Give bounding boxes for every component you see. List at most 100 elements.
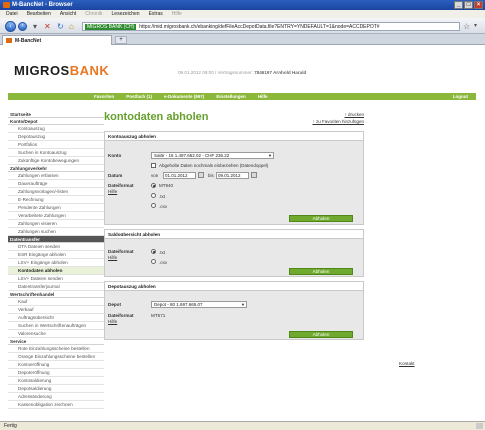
add-favorite-link[interactable]: ↑ zu Favoriten hinzufügen	[294, 118, 364, 125]
menu-hilfe[interactable]: Hilfe	[172, 11, 182, 17]
help-link[interactable]: Hilfe	[108, 189, 117, 194]
sidebar-item-kauf[interactable]: Kauf	[8, 298, 104, 306]
nav-einstellungen[interactable]: Einstellungen	[216, 94, 246, 99]
stop-icon[interactable]: ✕	[44, 22, 51, 31]
tab-label: M-BancNet	[15, 38, 42, 44]
abholen-button[interactable]: Abholen	[289, 215, 353, 222]
main-nav-bar: Favoriten Postfach (1) e-Dokumente (997)…	[8, 93, 476, 100]
sidebar-item-dauerauftr-ge[interactable]: Daueraufträge	[8, 180, 104, 188]
back-arrow-icon[interactable]: ‹	[5, 21, 16, 32]
kontakt-link[interactable]: Kontakt	[399, 361, 415, 366]
tab-mbancnet[interactable]: M-BancNet	[2, 35, 112, 45]
logout-link[interactable]: Logout	[453, 94, 468, 99]
sidebar-item-kontosaldierung[interactable]: Kontosaldierung	[8, 377, 104, 385]
sidebar-item-verkauf[interactable]: Verkauf	[8, 306, 104, 314]
sidebar-item-kontodaten-abholen[interactable]: Kontodaten abholen	[8, 267, 104, 275]
sidebar-item-e-rechnung[interactable]: E-Rechnung	[8, 196, 104, 204]
help-link[interactable]: Hilfe	[108, 255, 117, 260]
menu-bearbeiten[interactable]: Bearbeiten	[27, 11, 51, 17]
sidebar-item-depotsaldierung[interactable]: Depotsaldierung	[8, 385, 104, 393]
sidebar-item-datentransferjournal[interactable]: Datentransferjournal	[8, 283, 104, 291]
format-csv-radio[interactable]	[151, 259, 156, 264]
print-link[interactable]: ↑ drucken	[294, 111, 364, 118]
format-csv-radio[interactable]	[151, 203, 156, 208]
sidebar-section-konto-depot[interactable]: Konto/Depot	[8, 118, 104, 125]
maximize-icon[interactable]: □	[464, 1, 473, 9]
nav-favoriten[interactable]: Favoriten	[94, 94, 114, 99]
menu-datei[interactable]: Datei	[6, 11, 18, 17]
format-csv-label: .csv	[159, 204, 168, 209]
sidebar-item-zahlungen-erfassen[interactable]: Zahlungen erfassen	[8, 172, 104, 180]
date-to-input[interactable]: 09.01.2012	[216, 172, 249, 179]
dateiformat-label: Dateiformat Hilfe	[108, 313, 134, 324]
konto-select[interactable]: Salär - 16 1.497.662.02 - CHF 236.22 ▼	[151, 152, 274, 159]
sidebar-item-depotauszug[interactable]: Depotauszug	[8, 133, 104, 141]
sidebar-item-depoter-ffnung[interactable]: Depoteröffnung	[8, 369, 104, 377]
menu-ansicht[interactable]: Ansicht	[60, 11, 76, 17]
sidebar-item-pendente-zahlungen[interactable]: Pendente Zahlungen	[8, 204, 104, 212]
sidebar-item-suchen-in-kontoauszug[interactable]: Suchen in Kontoauszug	[8, 149, 104, 157]
abholen-button[interactable]: Abholen	[289, 268, 353, 275]
session-info: 09.01.2012 09:00 / Vertragsnummer: 78461…	[178, 70, 306, 75]
favicon-icon	[6, 38, 12, 43]
sidebar-section-startseite[interactable]: Startseite	[8, 111, 104, 118]
date-from-input[interactable]: 01.01.2012	[163, 172, 196, 179]
format-csv-label: .csv	[159, 260, 168, 265]
datendoppel-label: Abgeholte Daten nochmals einbeziehen (Da…	[159, 163, 269, 168]
help-link[interactable]: Hilfe	[108, 319, 117, 324]
sidebar-item-kontoauszug[interactable]: Kontoauszug	[8, 125, 104, 133]
calendar-icon[interactable]	[198, 172, 204, 178]
sidebar-item-esr-eing-nge-abholen[interactable]: ESR Eingänge abholen	[8, 251, 104, 259]
sidebar-item-auftrags-bersicht[interactable]: Auftragsübersicht	[8, 314, 104, 322]
sidebar-item-suchen-in-wertschriftenauftr-gen[interactable]: Suchen in Wertschriftenaufträgen	[8, 322, 104, 330]
sidebar-item-dta-dateien-senden[interactable]: DTA Dateien senden	[8, 243, 104, 251]
menu-extras[interactable]: Extras	[149, 11, 163, 17]
forward-arrow-icon[interactable]: ›	[18, 22, 27, 31]
datendoppel-checkbox[interactable]	[151, 163, 156, 168]
depotauszug-header: Depotauszug abholen	[105, 282, 363, 291]
resize-grip-icon[interactable]	[476, 423, 483, 429]
sidebar-section-datentransfer[interactable]: Datentransfer	[8, 236, 104, 243]
sidebar-item-lsv-eing-nge-abholen[interactable]: LSV+ Eingänge abholen	[8, 259, 104, 267]
menu-chronik[interactable]: Chronik	[85, 11, 102, 17]
close-icon[interactable]: ×	[474, 1, 483, 9]
format-txt-label: .txt	[159, 194, 166, 199]
sidebar-item-zuk-nftige-kontobewegungen[interactable]: Zukünftige Kontobewegungen	[8, 157, 104, 165]
sidebar-section-zahlungsverkehr[interactable]: Zahlungsverkehr	[8, 165, 104, 172]
depot-select[interactable]: Depot - 80 1.697.665.07 ▼	[151, 301, 247, 308]
sidebar-item-zahlungsvorlagen-listen[interactable]: Zahlungsvorlagen/-listen	[8, 188, 104, 196]
sidebar-item-verarbeitete-zahlungen[interactable]: Verarbeitete Zahlungen	[8, 212, 104, 220]
migros-bank-logo[interactable]: MIGROSBANK	[14, 63, 109, 78]
history-dropdown-icon[interactable]: ▾	[33, 22, 37, 31]
secure-site-badge[interactable]: MIGROS BANK (CH)	[85, 24, 137, 30]
sidebar-item-rote-einzahlungsscheine-bestellen[interactable]: Rote Einzahlungsscheine bestellen	[8, 345, 104, 353]
sidebar-item-kassenobligation-zeichnen[interactable]: Kassenobligation zeichnen	[8, 401, 104, 409]
sidebar-item-orange-einzahlungsscheine-bestellen[interactable]: Orange Einzahlungsscheine bestellen	[8, 353, 104, 361]
format-txt-radio[interactable]	[151, 193, 156, 198]
home-icon[interactable]: ⌂	[69, 22, 74, 31]
minimize-icon[interactable]: _	[454, 1, 463, 9]
new-tab-button[interactable]: +	[115, 36, 127, 44]
sidebar-section-service[interactable]: Service	[8, 338, 104, 345]
dateiformat-label: Dateiformat Hilfe	[108, 183, 134, 194]
abholen-button[interactable]: Abholen	[289, 331, 353, 338]
calendar-icon[interactable]	[251, 172, 257, 178]
sidebar-item-valorensuche[interactable]: Valorensuche	[8, 330, 104, 338]
sidebar-item-portfolios[interactable]: Portfolios	[8, 141, 104, 149]
sidebar-item-zahlungen-visieren[interactable]: Zahlungen visieren	[8, 220, 104, 228]
format-mt940-radio[interactable]	[151, 183, 156, 188]
sidebar-item-lsv-dateien-senden[interactable]: LSV+ Dateien senden	[8, 275, 104, 283]
sidebar-section-wertschriftenhandel[interactable]: Wertschriftenhandel	[8, 291, 104, 298]
nav-e-dokumente[interactable]: e-Dokumente (997)	[164, 94, 204, 99]
sidebar-item-kontoer-ffnung[interactable]: Kontoeröffnung	[8, 361, 104, 369]
bookmark-star-icon[interactable]: ☆	[463, 22, 470, 31]
nav-postfach[interactable]: Postfach (1)	[126, 94, 152, 99]
menu-lesezeichen[interactable]: Lesezeichen	[112, 11, 140, 17]
sidebar-item-zahlungen-suchen[interactable]: Zahlungen suchen	[8, 228, 104, 236]
reload-icon[interactable]: ↻	[57, 22, 64, 31]
nav-hilfe[interactable]: Hilfe	[258, 94, 268, 99]
search-dropdown-icon[interactable]: ▾	[474, 22, 477, 29]
address-bar[interactable]: MIGROS BANK (CH) https://mid.migrosbank.c…	[82, 22, 460, 31]
sidebar-item-adress-nderung[interactable]: Adressänderung	[8, 393, 104, 401]
format-txt-radio[interactable]	[151, 249, 156, 254]
